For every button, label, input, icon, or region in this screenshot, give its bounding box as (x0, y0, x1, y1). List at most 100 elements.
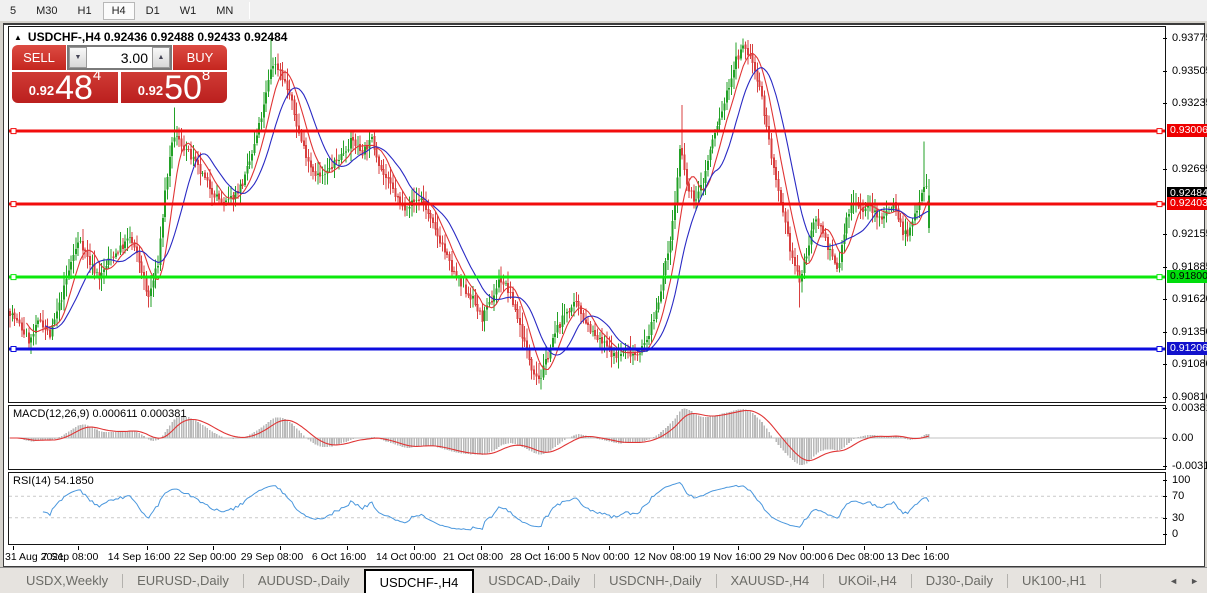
collapse-panel-icon[interactable]: ▲ (14, 33, 22, 42)
period-button-5[interactable]: 5 (1, 2, 25, 20)
line-handle[interactable] (1157, 347, 1162, 352)
time-label: 7 Sep 08:00 (42, 551, 99, 563)
price-tick (1163, 71, 1167, 72)
rsi-tick-label: 70 (1172, 490, 1184, 502)
period-button-mn[interactable]: MN (207, 2, 242, 20)
time-label: 6 Oct 16:00 (312, 551, 366, 563)
time-tick (13, 546, 14, 550)
toolbar-separator (249, 2, 250, 19)
time-label: 19 Nov 16:00 (699, 551, 761, 563)
macd-tick (1163, 466, 1167, 467)
rsi-line (43, 483, 929, 530)
volume-decrease-icon[interactable]: ▼ (69, 47, 87, 68)
chart-title-text: USDCHF-,H4 0.92436 0.92488 0.92433 0.924… (28, 30, 288, 44)
period-button-d1[interactable]: D1 (137, 2, 169, 20)
time-tick (803, 546, 804, 550)
time-tick (147, 546, 148, 550)
line-handle[interactable] (11, 347, 16, 352)
tab-usdcnh-daily[interactable]: USDCNH-,Daily (595, 568, 715, 593)
tab-dj30-daily[interactable]: DJ30-,Daily (912, 568, 1007, 593)
price-tick-label: 0.91620 (1172, 293, 1207, 305)
price-tick (1163, 169, 1167, 170)
volume-input[interactable] (87, 47, 152, 68)
tab-ukoil-h4[interactable]: UKOil-,H4 (824, 568, 911, 593)
buy-price-display[interactable]: 0.92 50 8 (121, 72, 227, 103)
line-handle[interactable] (11, 275, 16, 280)
time-label: 28 Oct 16:00 (510, 551, 570, 563)
period-button-m30[interactable]: M30 (27, 2, 66, 20)
sell-button[interactable]: SELL (12, 45, 66, 70)
tab-scroll-right-icon[interactable]: ► (1190, 576, 1199, 586)
tab-usdx-weekly[interactable]: USDX,Weekly (12, 568, 122, 593)
line-handle[interactable] (1157, 129, 1162, 134)
macd-indicator-label: MACD(12,26,9) 0.000611 0.000381 (13, 408, 186, 420)
time-label: 22 Sep 00:00 (174, 551, 236, 563)
macd-tick (1163, 408, 1167, 409)
rsi-tick (1163, 518, 1167, 519)
price-tick (1163, 299, 1167, 300)
macd-tick-label: 0.00 (1172, 432, 1193, 444)
time-label: 14 Oct 00:00 (376, 551, 436, 563)
tab-xauusd-h4[interactable]: XAUUSD-,H4 (717, 568, 824, 593)
time-label: 14 Sep 16:00 (108, 551, 170, 563)
time-tick (864, 546, 865, 550)
time-tick (738, 546, 739, 550)
volume-spinner: ▼ ▲ (67, 45, 172, 70)
price-tick (1163, 332, 1167, 333)
rsi-tick (1163, 496, 1167, 497)
period-button-h4[interactable]: H4 (103, 2, 135, 20)
time-label: 29 Sep 08:00 (241, 551, 303, 563)
price-tick-label: 0.93235 (1172, 97, 1207, 109)
price-tick-label: 0.92155 (1172, 228, 1207, 240)
sell-price-display[interactable]: 0.92 48 4 (12, 72, 118, 103)
price-badge: 0.92403 (1167, 197, 1207, 210)
price-badge: 0.91800 (1167, 270, 1207, 283)
time-label: 21 Oct 08:00 (443, 551, 503, 563)
tab-usdcad-daily[interactable]: USDCAD-,Daily (474, 568, 594, 593)
price-tick-label: 0.93775 (1172, 32, 1207, 44)
time-label: 12 Nov 08:00 (634, 551, 696, 563)
price-tick-label: 0.92695 (1172, 163, 1207, 175)
time-label: 6 Dec 08:00 (828, 551, 885, 563)
buy-button[interactable]: BUY (173, 45, 227, 70)
time-tick (414, 546, 415, 550)
period-button-h1[interactable]: H1 (69, 2, 101, 20)
volume-increase-icon[interactable]: ▲ (152, 47, 170, 68)
macd-tick-label: -0.00311 (1172, 460, 1207, 472)
tab-scroll-arrows: ◄ ► (1169, 576, 1199, 586)
tab-usdchf-h4[interactable]: USDCHF-,H4 (364, 569, 475, 593)
time-label: 29 Nov 00:00 (764, 551, 826, 563)
rsi-tick-label: 30 (1172, 512, 1184, 524)
time-label: 13 Dec 16:00 (887, 551, 949, 563)
line-handle[interactable] (1157, 202, 1162, 207)
time-tick (548, 546, 549, 550)
price-tick (1163, 38, 1167, 39)
price-tick (1163, 234, 1167, 235)
rsi-tick-label: 100 (1172, 474, 1190, 486)
price-tick (1163, 267, 1167, 268)
rsi-pane[interactable] (8, 472, 1166, 545)
time-tick (481, 546, 482, 550)
rsi-tick-label: 0 (1172, 528, 1178, 540)
period-button-w1[interactable]: W1 (171, 2, 206, 20)
line-handle[interactable] (11, 129, 16, 134)
line-handle[interactable] (1157, 275, 1162, 280)
time-tick (926, 546, 927, 550)
price-tick-label: 0.91350 (1172, 326, 1207, 338)
tab-separator (1100, 574, 1101, 588)
tab-eurusd-daily[interactable]: EURUSD-,Daily (123, 568, 243, 593)
buy-price-prefix: 0.92 (138, 81, 163, 101)
price-tick (1163, 397, 1167, 398)
price-tick-label: 0.93505 (1172, 65, 1207, 77)
tab-uk100-h1[interactable]: UK100-,H1 (1008, 568, 1100, 593)
line-handle[interactable] (11, 202, 16, 207)
time-label: 5 Nov 00:00 (573, 551, 630, 563)
buy-price-sup: 8 (202, 70, 210, 82)
tab-scroll-left-icon[interactable]: ◄ (1169, 576, 1178, 586)
chart-title-bar: ▲ USDCHF-,H4 0.92436 0.92488 0.92433 0.9… (14, 30, 287, 44)
price-tick (1163, 364, 1167, 365)
tab-audusd-daily[interactable]: AUDUSD-,Daily (244, 568, 364, 593)
buy-price-big: 50 (164, 75, 202, 101)
sell-price-prefix: 0.92 (29, 81, 54, 101)
macd-tick (1163, 438, 1167, 439)
